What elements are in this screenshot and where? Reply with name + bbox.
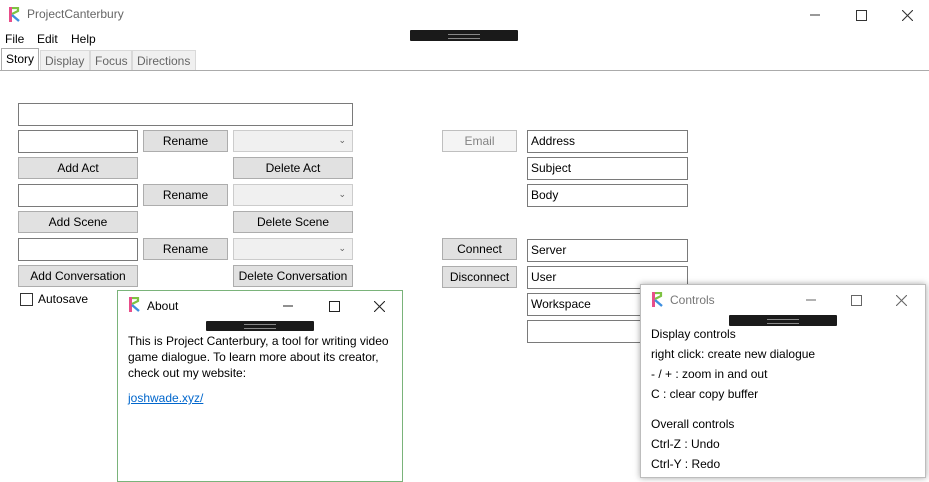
conversation-select[interactable]: ⌄ <box>233 238 353 260</box>
tab-directions[interactable]: Directions <box>132 50 196 71</box>
add-act-button[interactable]: Add Act <box>18 157 138 179</box>
controls-minimize-button[interactable] <box>788 285 834 315</box>
about-minimize-button[interactable] <box>265 291 311 321</box>
menu-edit[interactable]: Edit <box>37 32 58 46</box>
app-logo-icon <box>652 292 663 307</box>
app-logo-icon <box>129 297 140 312</box>
rename-act-button[interactable]: Rename <box>143 130 228 152</box>
email-body-input[interactable]: Body <box>527 184 688 207</box>
disconnect-button[interactable]: Disconnect <box>442 266 517 288</box>
controls-maximize-button[interactable] <box>833 285 879 315</box>
display-controls-heading: Display controls <box>651 327 736 341</box>
display-control-line: right click: create new dialogue <box>651 347 816 361</box>
about-title: About <box>147 299 179 313</box>
close-icon <box>901 9 913 21</box>
minimize-button[interactable] <box>792 0 838 30</box>
email-address-input[interactable]: Address <box>527 130 688 153</box>
scene-name-input[interactable] <box>18 184 138 207</box>
chevron-down-icon: ⌄ <box>338 243 346 253</box>
menu-help[interactable]: Help <box>71 32 96 46</box>
autosave-checkbox[interactable] <box>20 293 33 306</box>
delete-conversation-button[interactable]: Delete Conversation <box>233 265 353 287</box>
maximize-icon <box>855 9 867 21</box>
rename-conversation-button[interactable]: Rename <box>143 238 228 260</box>
chevron-down-icon: ⌄ <box>338 189 346 199</box>
delete-scene-button[interactable]: Delete Scene <box>233 211 353 233</box>
delete-act-button[interactable]: Delete Act <box>233 157 353 179</box>
minimize-icon <box>810 14 820 16</box>
website-link[interactable]: joshwade.xyz/ <box>128 391 203 405</box>
server-input[interactable]: Server <box>527 239 688 262</box>
email-button[interactable]: Email <box>442 130 517 152</box>
chevron-down-icon: ⌄ <box>338 135 346 145</box>
overall-controls-heading: Overall controls <box>651 417 735 431</box>
app-logo-icon <box>9 7 20 22</box>
scene-select[interactable]: ⌄ <box>233 184 353 206</box>
close-button[interactable] <box>884 0 929 30</box>
controls-title: Controls <box>670 293 715 307</box>
controls-window: Controls Display controls right click: c… <box>640 284 926 478</box>
minimize-icon <box>806 299 816 301</box>
about-window: About This is Project Canterbury, a tool… <box>117 290 403 482</box>
about-maximize-button[interactable] <box>311 291 357 321</box>
controls-close-button[interactable] <box>878 285 924 315</box>
minimize-icon <box>283 305 293 307</box>
tab-story[interactable]: Story <box>1 48 39 71</box>
close-icon <box>373 300 385 312</box>
maximize-icon <box>850 294 862 306</box>
title-bar[interactable]: ProjectCanterbury <box>0 0 929 41</box>
act-select[interactable]: ⌄ <box>233 130 353 152</box>
controls-drag-handle[interactable] <box>729 315 837 326</box>
maximize-button[interactable] <box>838 0 884 30</box>
act-name-input[interactable] <box>18 130 138 153</box>
add-scene-button[interactable]: Add Scene <box>18 211 138 233</box>
menu-bar: File Edit Help <box>0 30 929 48</box>
connect-button[interactable]: Connect <box>442 238 517 260</box>
menu-file[interactable]: File <box>5 32 24 46</box>
tab-display[interactable]: Display <box>40 50 90 71</box>
overall-control-line: Ctrl-Z : Undo <box>651 437 720 451</box>
conversation-name-input[interactable] <box>18 238 138 261</box>
tab-divider <box>0 70 929 71</box>
maximize-icon <box>328 300 340 312</box>
display-control-line: C : clear copy buffer <box>651 387 759 401</box>
overall-control-line: Ctrl-Y : Redo <box>651 457 721 471</box>
about-drag-handle[interactable] <box>206 321 314 331</box>
about-close-button[interactable] <box>356 291 402 321</box>
email-subject-input[interactable]: Subject <box>527 157 688 180</box>
autosave-label: Autosave <box>38 292 89 306</box>
display-control-line: - / + : zoom in and out <box>651 367 768 381</box>
tab-focus[interactable]: Focus <box>90 50 132 71</box>
add-conversation-button[interactable]: Add Conversation <box>18 265 138 287</box>
story-title-input[interactable] <box>18 103 353 126</box>
about-text: This is Project Canterbury, a tool for w… <box>128 334 389 380</box>
rename-scene-button[interactable]: Rename <box>143 184 228 206</box>
window-title: ProjectCanterbury <box>27 7 124 21</box>
close-icon <box>895 294 907 306</box>
